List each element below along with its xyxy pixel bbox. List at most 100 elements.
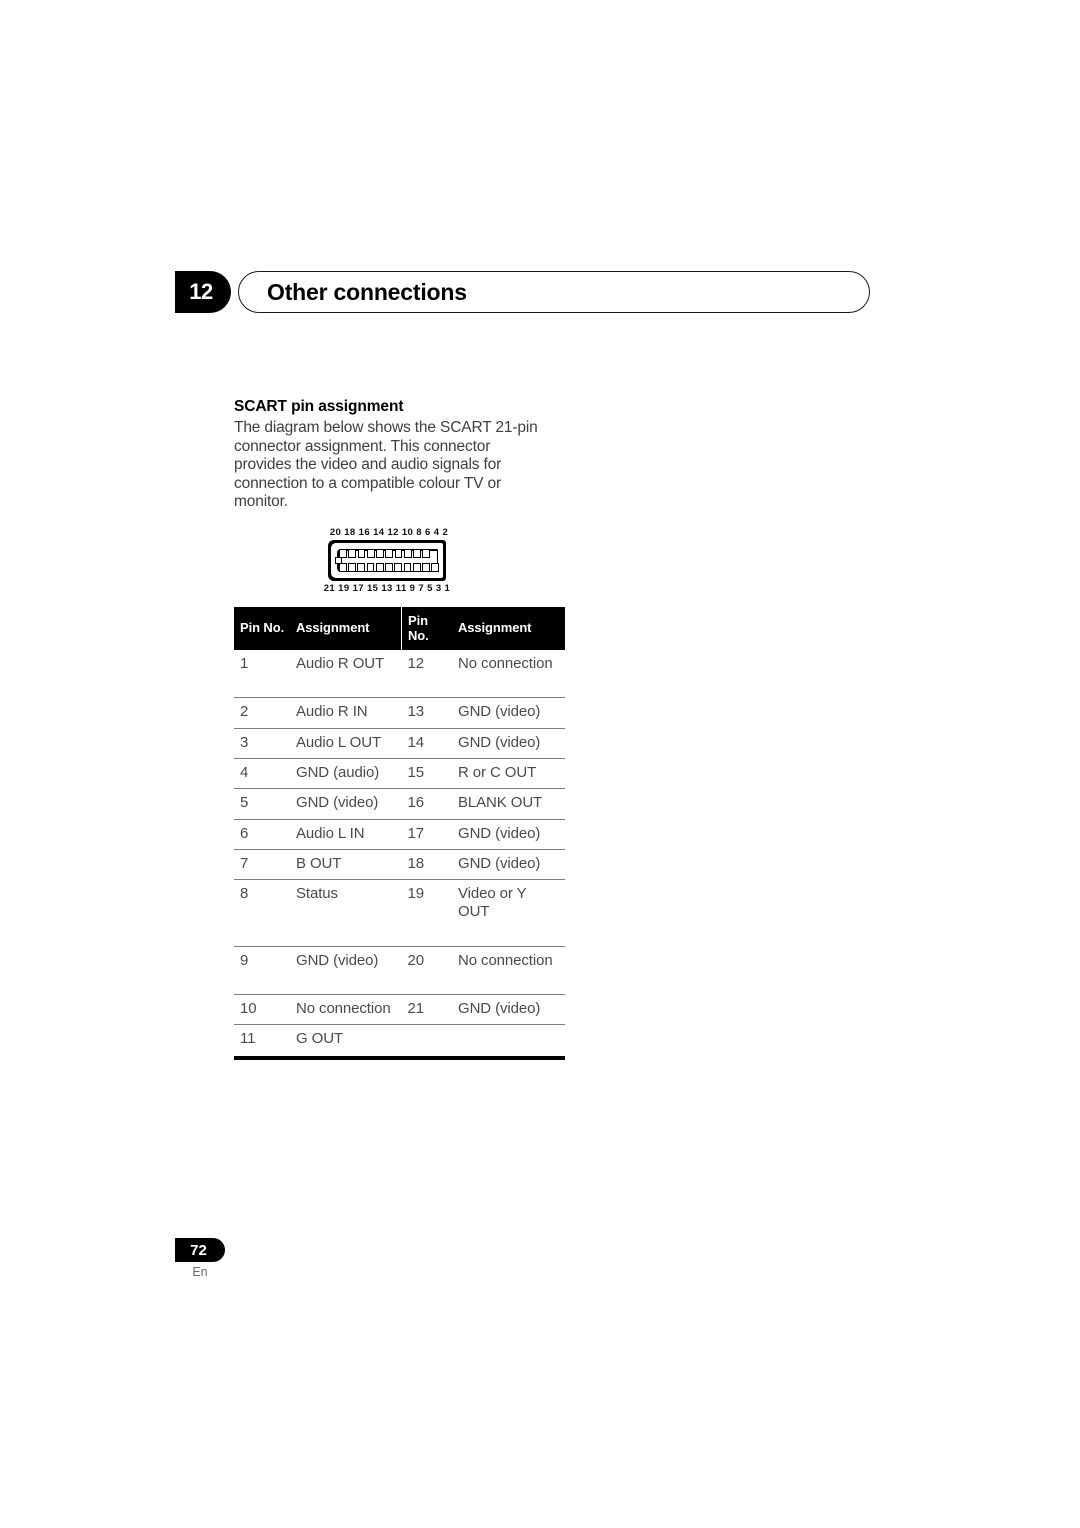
scart-pin-row-bottom <box>339 563 440 573</box>
scart-pin-contact <box>376 549 384 559</box>
pin-assignment-table: Pin No. Assignment Pin No. Assignment 1 A… <box>234 606 565 1060</box>
scart-pin-contact <box>422 563 430 573</box>
cell-assignment-1: GND (video) <box>290 945 402 995</box>
table-row: 10 No connection 21 GND (video) <box>234 994 565 1025</box>
cell-assignment-1: G OUT <box>290 1024 402 1060</box>
cell-pin-no-2: 20 <box>401 945 452 995</box>
section-heading: SCART pin assignment <box>234 398 404 415</box>
column-header-pin-no-1: Pin No. <box>234 606 290 651</box>
pin-labels-top: 20 18 16 14 12 10 8 6 4 2 <box>329 526 449 538</box>
cell-assignment-1: Status <box>290 879 402 947</box>
column-header-assignment-2: Assignment <box>452 606 565 651</box>
table-row: 4 GND (audio) 15 R or C OUT <box>234 757 565 789</box>
cell-pin-no-1: 9 <box>234 945 290 995</box>
cell-pin-no-1: 2 <box>234 697 290 729</box>
cell-pin-no-2 <box>401 1024 452 1060</box>
page-title: Other connections <box>267 278 467 305</box>
scart-pin-contact <box>366 549 375 559</box>
cell-pin-no-2: 13 <box>401 697 452 729</box>
cell-pin-no-1: 1 <box>240 655 249 673</box>
cell-pin-no-1: 3 <box>234 727 290 759</box>
cell-pin-no-2: 17 <box>401 818 452 850</box>
scart-pin-contact <box>422 549 430 559</box>
scart-pin-contact <box>385 549 393 559</box>
scart-pin-contact <box>339 549 347 559</box>
cell-assignment-2: GND (video) <box>452 848 565 880</box>
cell-pin-no-1: 4 <box>234 757 290 789</box>
scart-pin-contact <box>385 563 393 573</box>
pin-labels-bottom: 21 19 17 15 13 11 9 7 5 3 1 <box>323 583 451 595</box>
chapter-title-bar: Other connections <box>238 271 870 313</box>
cell-assignment-1: GND (video) <box>290 788 402 820</box>
cell-assignment-1: B OUT <box>290 848 402 880</box>
cell-assignment-1: GND (audio) <box>290 757 402 789</box>
scart-pin-contact <box>348 549 356 559</box>
cell-pin-no-2: 19 <box>401 879 452 947</box>
scart-pin-contact <box>394 549 403 559</box>
cell-assignment-2: GND (video) <box>452 697 565 729</box>
cell-assignment-1: Audio R OUT <box>296 655 385 673</box>
chapter-number-badge: 12 <box>175 271 231 313</box>
cell-pin-no-2: 12 <box>407 655 425 673</box>
scart-pin-contact <box>412 563 421 573</box>
scart-pin-contact <box>366 563 375 573</box>
table-row: 2 Audio R IN 13 GND (video) <box>234 697 565 729</box>
cell-assignment-2: GND (video) <box>452 727 565 759</box>
scart-pin-area <box>339 549 440 573</box>
section-body-text: The diagram below shows the SCART 21-pin… <box>234 419 538 511</box>
cell-assignment-1: Audio L OUT <box>290 727 402 759</box>
column-header-assignment-1: Assignment <box>290 606 402 651</box>
cell-pin-no-2: 16 <box>401 788 452 820</box>
column-header-pin-no-2: Pin No. <box>401 606 452 651</box>
table-row: 8 Status 19 Video or Y OUT <box>234 879 565 947</box>
page-language-code: En <box>192 1265 208 1279</box>
page-number-badge: 72 <box>175 1238 225 1262</box>
table-row: 3 Audio L OUT 14 GND (video) <box>234 727 565 759</box>
content-column: SCART pin assignment The diagram below s… <box>234 398 565 1060</box>
scart-connector-figure: 20 18 16 14 12 10 8 6 4 2 21 19 17 15 13… <box>234 528 540 594</box>
table-row: 9 GND (video) 20 No connection <box>234 945 565 995</box>
scart-pin-contact <box>375 563 384 573</box>
cell-assignment-2: No connection <box>452 945 565 995</box>
cell-pin-no-2: 18 <box>401 848 452 880</box>
cell-pin-no-2: 21 <box>401 994 452 1025</box>
cell-assignment-2: Video or Y OUT <box>452 879 565 947</box>
table-header: Pin No. Assignment Pin No. Assignment <box>234 606 565 651</box>
cell-pin-no-1: 6 <box>234 818 290 850</box>
scart-pin-row-top <box>339 549 439 559</box>
table-row: 1 Audio R OUT 12 No connection <box>234 650 565 698</box>
cell-pin-no-1: 8 <box>234 879 290 947</box>
cell-assignment-2: No connection <box>458 655 553 673</box>
scart-pin-contact <box>357 549 366 559</box>
scart-pin-contact <box>413 549 421 559</box>
page-footer: 72 En <box>175 1238 295 1279</box>
cell-pin-no-1: 11 <box>234 1024 290 1060</box>
cell-pin-no-1: 10 <box>234 994 290 1025</box>
cell-assignment-1: No connection <box>290 994 402 1025</box>
cell-assignment-2: GND (video) <box>452 818 565 850</box>
scart-pin-contact <box>403 563 412 573</box>
cell-assignment-2 <box>452 1024 565 1060</box>
scart-pin-contact <box>394 563 403 573</box>
cell-assignment-2: BLANK OUT <box>452 788 565 820</box>
table-header-row: Pin No. Assignment Pin No. Assignment <box>234 606 565 651</box>
table-row: 5 GND (video) 16 BLANK OUT <box>234 788 565 820</box>
table-row: 11 G OUT <box>234 1024 565 1060</box>
cell-assignment-2: R or C OUT <box>452 757 565 789</box>
cell-pin-no-2: 15 <box>401 757 452 789</box>
table-body: 1 Audio R OUT 12 No connection 2 Audio R IN 13… <box>234 650 565 1060</box>
scart-pin-contact <box>357 563 366 573</box>
cell-assignment-1: Audio L IN <box>290 818 402 850</box>
scart-pin-contact <box>348 563 356 573</box>
scart-pin-contact <box>431 563 440 573</box>
cell-pin-no-1: 7 <box>234 848 290 880</box>
scart-pin-contact <box>403 549 412 559</box>
scart-pin-contact <box>339 563 347 573</box>
chapter-header: 12 Other connections <box>175 271 870 313</box>
table-row: 7B OUT 18 GND (video) <box>234 848 565 880</box>
scart-connector-graphic <box>328 540 446 582</box>
cell-assignment-2: GND (video) <box>452 994 565 1025</box>
table-row: 6 Audio L IN 17 GND (video) <box>234 818 565 850</box>
cell-assignment-1: Audio R IN <box>290 697 402 729</box>
cell-pin-no-2: 14 <box>401 727 452 759</box>
